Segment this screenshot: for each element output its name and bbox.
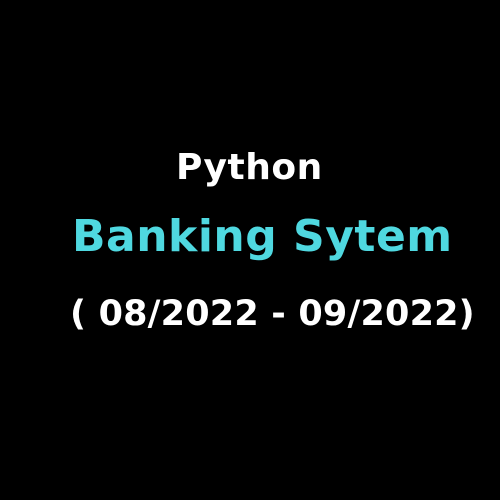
language-title: Python	[176, 147, 323, 188]
title-card: Python Banking Sytem ( 08/2022 - 09/2022…	[0, 0, 500, 500]
project-title: Banking Sytem	[72, 211, 453, 262]
date-range: ( 08/2022 - 09/2022)	[70, 294, 475, 334]
